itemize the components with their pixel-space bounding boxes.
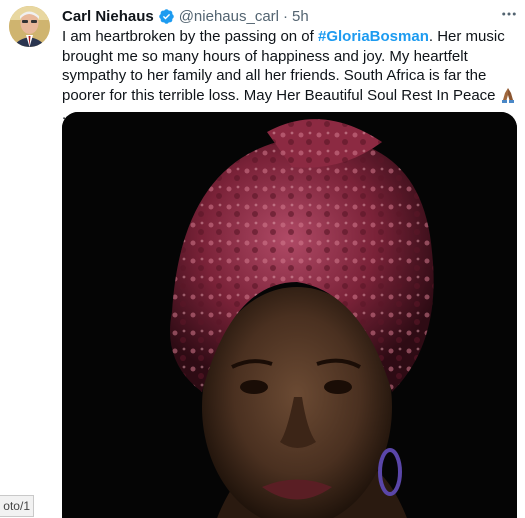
tweet-text: I am heartbroken by the passing on of #G… — [62, 27, 517, 125]
tweet[interactable]: Carl Niehaus @niehaus_carl · 5h I am hea… — [0, 0, 525, 518]
author-handle[interactable]: @niehaus_carl — [179, 8, 279, 25]
hashtag-link[interactable]: #GloriaBosman — [318, 28, 429, 45]
separator-dot: · — [283, 7, 288, 25]
author-name[interactable]: Carl Niehaus — [62, 8, 154, 25]
folded-hands-icon — [500, 87, 516, 103]
avatar[interactable] — [9, 6, 50, 47]
tweet-text-start: I am heartbroken by the passing on of — [62, 28, 318, 45]
photo-counter: oto/1 — [0, 495, 34, 517]
more-options-icon[interactable] — [499, 4, 519, 24]
tweet-header: Carl Niehaus @niehaus_carl · 5h — [62, 6, 309, 26]
tweet-photo[interactable] — [62, 112, 517, 518]
verified-badge-icon[interactable] — [158, 8, 175, 25]
tweet-timestamp[interactable]: 5h — [292, 8, 309, 25]
